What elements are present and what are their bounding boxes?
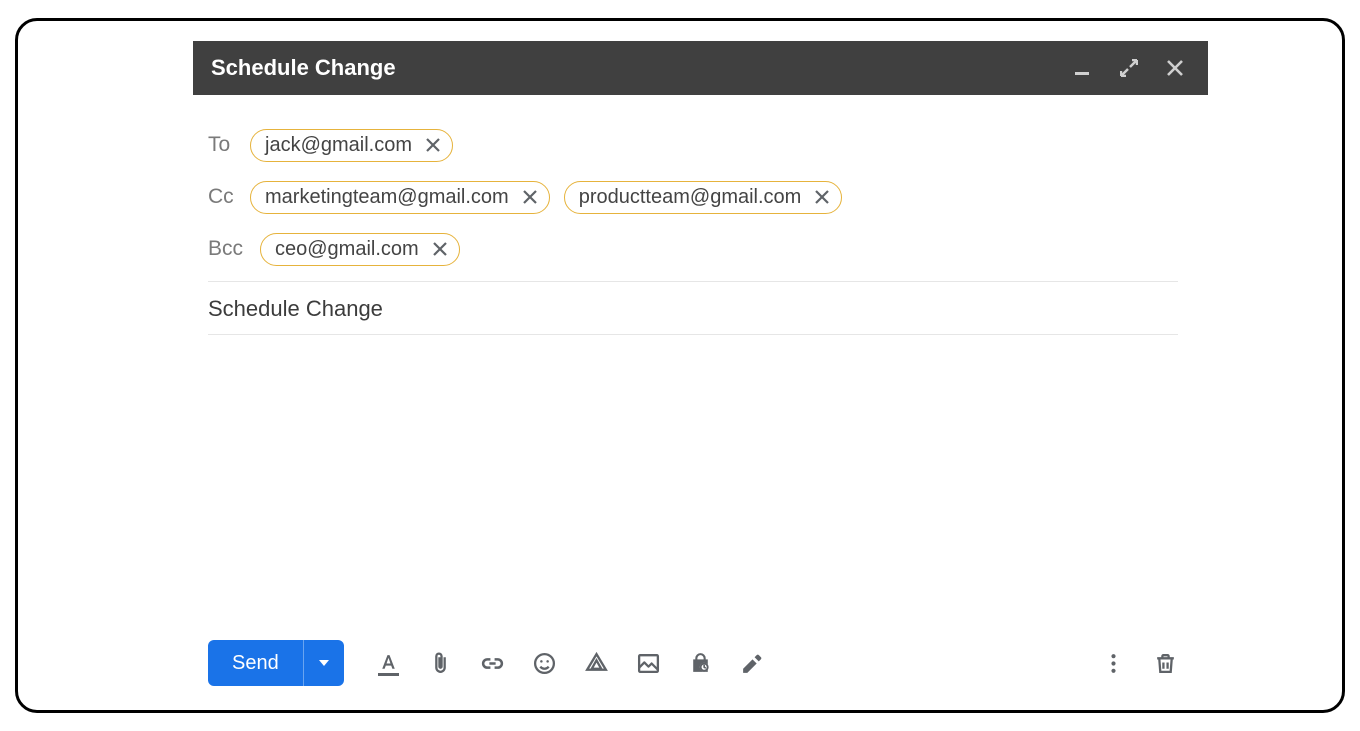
subject-input[interactable]: Schedule Change bbox=[208, 282, 1178, 335]
compose-title: Schedule Change bbox=[211, 55, 1072, 81]
insert-emoji-icon[interactable] bbox=[532, 650, 558, 676]
insert-link-icon[interactable] bbox=[480, 650, 506, 676]
send-options-button[interactable] bbox=[304, 640, 344, 686]
chip-email: ceo@gmail.com bbox=[275, 238, 419, 261]
recipient-chip[interactable]: jack@gmail.com bbox=[250, 129, 453, 162]
send-button[interactable]: Send bbox=[208, 640, 304, 686]
to-label: To bbox=[208, 133, 250, 157]
bcc-label: Bcc bbox=[208, 237, 260, 261]
compose-toolbar: Send bbox=[208, 640, 1178, 686]
formatting-icons bbox=[376, 650, 766, 676]
to-row[interactable]: To jack@gmail.com bbox=[208, 119, 1178, 171]
expand-icon[interactable] bbox=[1118, 57, 1140, 79]
insert-photo-icon[interactable] bbox=[636, 650, 662, 676]
recipient-chip[interactable]: ceo@gmail.com bbox=[260, 233, 460, 266]
cc-chips: marketingteam@gmail.com productteam@gmai… bbox=[250, 181, 842, 214]
bcc-chips: ceo@gmail.com bbox=[260, 233, 460, 266]
compose-fields: To jack@gmail.com Cc marketingteam@gmail… bbox=[208, 119, 1178, 335]
more-options-icon[interactable] bbox=[1100, 650, 1126, 676]
discard-draft-icon[interactable] bbox=[1152, 650, 1178, 676]
chip-remove-icon[interactable] bbox=[811, 186, 833, 208]
confidential-mode-icon[interactable] bbox=[688, 650, 714, 676]
attach-file-icon[interactable] bbox=[428, 650, 454, 676]
chip-email: productteam@gmail.com bbox=[579, 186, 802, 209]
send-group: Send bbox=[208, 640, 344, 686]
cc-label: Cc bbox=[208, 185, 250, 209]
chip-remove-icon[interactable] bbox=[422, 134, 444, 156]
cc-row[interactable]: Cc marketingteam@gmail.com productteam@g… bbox=[208, 171, 1178, 223]
to-chips: jack@gmail.com bbox=[250, 129, 453, 162]
close-icon[interactable] bbox=[1164, 57, 1186, 79]
compose-header: Schedule Change bbox=[193, 41, 1208, 95]
chip-email: jack@gmail.com bbox=[265, 134, 412, 157]
insert-signature-icon[interactable] bbox=[740, 650, 766, 676]
chip-remove-icon[interactable] bbox=[519, 186, 541, 208]
header-actions bbox=[1072, 57, 1186, 79]
format-text-icon[interactable] bbox=[376, 650, 402, 676]
chip-remove-icon[interactable] bbox=[429, 238, 451, 260]
recipient-chip[interactable]: marketingteam@gmail.com bbox=[250, 181, 550, 214]
bcc-row[interactable]: Bcc ceo@gmail.com bbox=[208, 223, 1178, 275]
toolbar-right bbox=[1100, 650, 1178, 676]
minimize-icon[interactable] bbox=[1072, 57, 1094, 79]
insert-drive-icon[interactable] bbox=[584, 650, 610, 676]
recipient-chip[interactable]: productteam@gmail.com bbox=[564, 181, 843, 214]
compose-window: Schedule Change To jac bbox=[15, 18, 1345, 713]
chip-email: marketingteam@gmail.com bbox=[265, 186, 509, 209]
